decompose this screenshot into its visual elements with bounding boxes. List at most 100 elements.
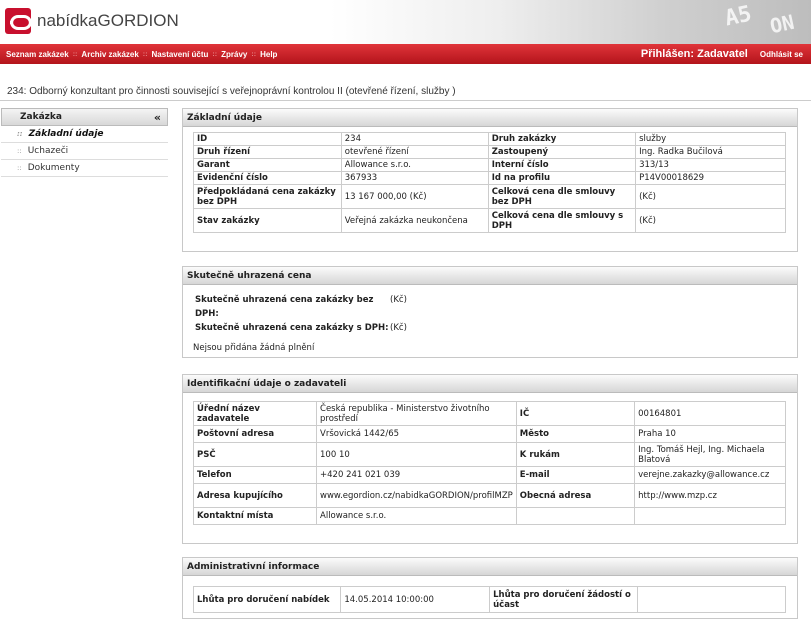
- field-value: Allowance s.r.o.: [316, 507, 517, 525]
- bullet-icon: ::: [17, 164, 22, 172]
- sidebar-item-dokumenty[interactable]: :: Dokumenty: [1, 160, 168, 177]
- field-label: Poštovní adresa: [192, 425, 318, 443]
- sidebar-item-label: Dokumenty: [27, 163, 80, 173]
- field-label: Město: [515, 425, 636, 443]
- table-row: Předpokládaná cena zakázky bez DPH 13 167…: [193, 184, 786, 209]
- page-title: 234: Odborný konzultant pro činnosti sou…: [7, 86, 456, 97]
- field-label: Předpokládaná cena zakázky bez DPH: [193, 184, 342, 209]
- top-navigation: Seznam zakázek :: Archiv zakázek :: Nast…: [0, 44, 811, 64]
- field-label: E-mail: [515, 466, 636, 484]
- field-label: Id na profilu: [487, 171, 637, 185]
- admin-info-table: Lhůta pro doručení nabídek 14.05.2014 10:…: [192, 586, 786, 613]
- bullet-icon: ::: [17, 130, 23, 138]
- gordion-logo-icon: [5, 8, 32, 34]
- paid-price-row: Skutečně uhrazená cena zakázky bez DPH: …: [195, 293, 797, 321]
- panel-title: Základní údaje: [183, 109, 797, 127]
- field-value: 00164801: [634, 401, 786, 426]
- sidebar: Zakázka « :: Základní údaje :: Uchazeči …: [1, 108, 168, 177]
- nav-nastaveni-uctu[interactable]: Nastavení účtu: [152, 50, 209, 59]
- field-value: 367933: [340, 171, 489, 185]
- sidebar-item-zakladni-udaje[interactable]: :: Základní údaje: [1, 126, 168, 143]
- field-label: Druh zakázky: [487, 132, 637, 146]
- field-value: Praha 10: [634, 425, 786, 443]
- table-row: Garant Allowance s.r.o. Interní číslo 313/1…: [193, 158, 786, 172]
- field-value: Ing. Radka Bučilová: [635, 145, 786, 159]
- logout-link[interactable]: Odhlásit se: [760, 50, 803, 59]
- nav-help[interactable]: Help: [260, 50, 277, 59]
- logged-in-user: Přihlášen: Zadavatel: [640, 48, 748, 60]
- field-value: http://www.mzp.cz: [634, 483, 786, 508]
- sidebar-item-uchazeci[interactable]: :: Uchazeči: [1, 143, 168, 160]
- field-label: PSČ: [192, 442, 318, 467]
- field-label: Úřední název zadavatele: [192, 401, 318, 426]
- price-label: Skutečně uhrazená cena zakázky bez DPH:: [195, 295, 374, 319]
- field-label: Zastoupený: [487, 145, 637, 159]
- field-label: [515, 507, 636, 525]
- nav-seznam-zakazek[interactable]: Seznam zakázek: [6, 50, 69, 59]
- collapse-icon[interactable]: «: [154, 111, 161, 124]
- field-value: Česká republika - Ministerstvo životního…: [316, 401, 517, 426]
- contracting-authority-table: Úřední název zadavatele Česká republika -…: [192, 401, 786, 525]
- field-value: [634, 507, 786, 525]
- field-value: P14V00018629: [635, 171, 786, 185]
- sidebar-item-label: Základní údaje: [28, 129, 104, 139]
- field-label: IČ: [515, 401, 636, 426]
- basic-info-panel: Základní údaje ID 234 Druh zakázky služby Dr…: [182, 108, 798, 252]
- field-label: Telefon: [192, 466, 318, 484]
- price-label: Skutečně uhrazená cena zakázky s DPH:: [195, 323, 389, 333]
- paid-price-panel: Skutečně uhrazená cena Skutečně uhrazená…: [182, 266, 798, 358]
- table-row: Úřední název zadavatele Česká republika -…: [192, 401, 786, 426]
- sidebar-item-label: Uchazeči: [27, 146, 69, 156]
- table-row: Stav zakázky Veřejná zakázka neukončena Ce…: [193, 208, 786, 233]
- paid-price-row: Skutečně uhrazená cena zakázky s DPH: (K…: [195, 321, 797, 335]
- field-label: Celková cena dle smlouvy s DPH: [487, 208, 637, 233]
- admin-info-panel: Administrativní informace Lhůta pro doru…: [182, 557, 798, 619]
- field-label: K rukám: [515, 442, 636, 467]
- table-row: Lhůta pro doručení nabídek 14.05.2014 10:…: [192, 586, 786, 613]
- nav-zpravy[interactable]: Zprávy: [221, 50, 247, 59]
- table-row: Kontaktní místa Allowance s.r.o.: [192, 507, 786, 525]
- field-label: Druh řízení: [193, 145, 342, 159]
- nav-archiv-zakazek[interactable]: Archiv zakázek: [81, 50, 138, 59]
- app-header: A5 ON nabídkaGORDION: [0, 0, 811, 44]
- nav-separator: ::: [251, 50, 257, 58]
- field-value: 14.05.2014 10:00:00: [340, 586, 491, 613]
- field-label: Lhůta pro doručení nabídek: [192, 586, 342, 613]
- field-label: Stav zakázky: [193, 208, 342, 233]
- price-value: (Kč): [390, 323, 407, 333]
- nav-separator: ::: [212, 50, 218, 58]
- field-value: [637, 586, 786, 613]
- panel-title: Administrativní informace: [183, 558, 797, 576]
- field-value: služby: [635, 132, 786, 146]
- header-deco-text: A5: [722, 1, 754, 32]
- table-row: Telefon +420 241 021 039 E-mail verejne.zak…: [192, 466, 786, 484]
- field-value: Veřejná zakázka neukončena: [340, 208, 489, 233]
- field-value: otevřené řízení: [340, 145, 489, 159]
- field-value: www.egordion.cz/nabidkaGORDION/profilMZP: [316, 483, 517, 508]
- field-label: Garant: [193, 158, 342, 172]
- panel-title: Identifikační údaje o zadavateli: [183, 375, 797, 393]
- field-value: Allowance s.r.o.: [340, 158, 489, 172]
- field-label: Evidenční číslo: [193, 171, 342, 185]
- brand-logo[interactable]: nabídkaGORDION: [5, 8, 179, 34]
- field-value: +420 241 021 039: [316, 466, 517, 484]
- no-fulfillment-note: Nejsou přidána žádná plnění: [193, 343, 315, 353]
- field-value: 313/13: [635, 158, 786, 172]
- nav-separator: ::: [142, 50, 148, 58]
- header-decoration: A5 ON: [330, 0, 811, 44]
- sidebar-header[interactable]: Zakázka «: [1, 108, 168, 126]
- field-value: 13 167 000,00 (Kč): [340, 184, 489, 209]
- field-label: Celková cena dle smlouvy bez DPH: [487, 184, 637, 209]
- field-label: Adresa kupujícího: [192, 483, 318, 508]
- title-divider: [0, 100, 811, 101]
- panel-title: Skutečně uhrazená cena: [183, 267, 797, 285]
- sidebar-header-label: Zakázka: [20, 112, 62, 122]
- table-row: Poštovní adresa Vršovická 1442/65 Město Pra…: [192, 425, 786, 443]
- nav-separator: ::: [72, 50, 78, 58]
- table-row: Evidenční číslo 367933 Id na profilu P14V00…: [193, 171, 786, 185]
- field-value: Vršovická 1442/65: [316, 425, 517, 443]
- table-row: Adresa kupujícího www.egordion.cz/nabidka…: [192, 483, 786, 508]
- field-value: (Kč): [635, 208, 786, 233]
- field-value: 100 10: [316, 442, 517, 467]
- field-label: ID: [193, 132, 342, 146]
